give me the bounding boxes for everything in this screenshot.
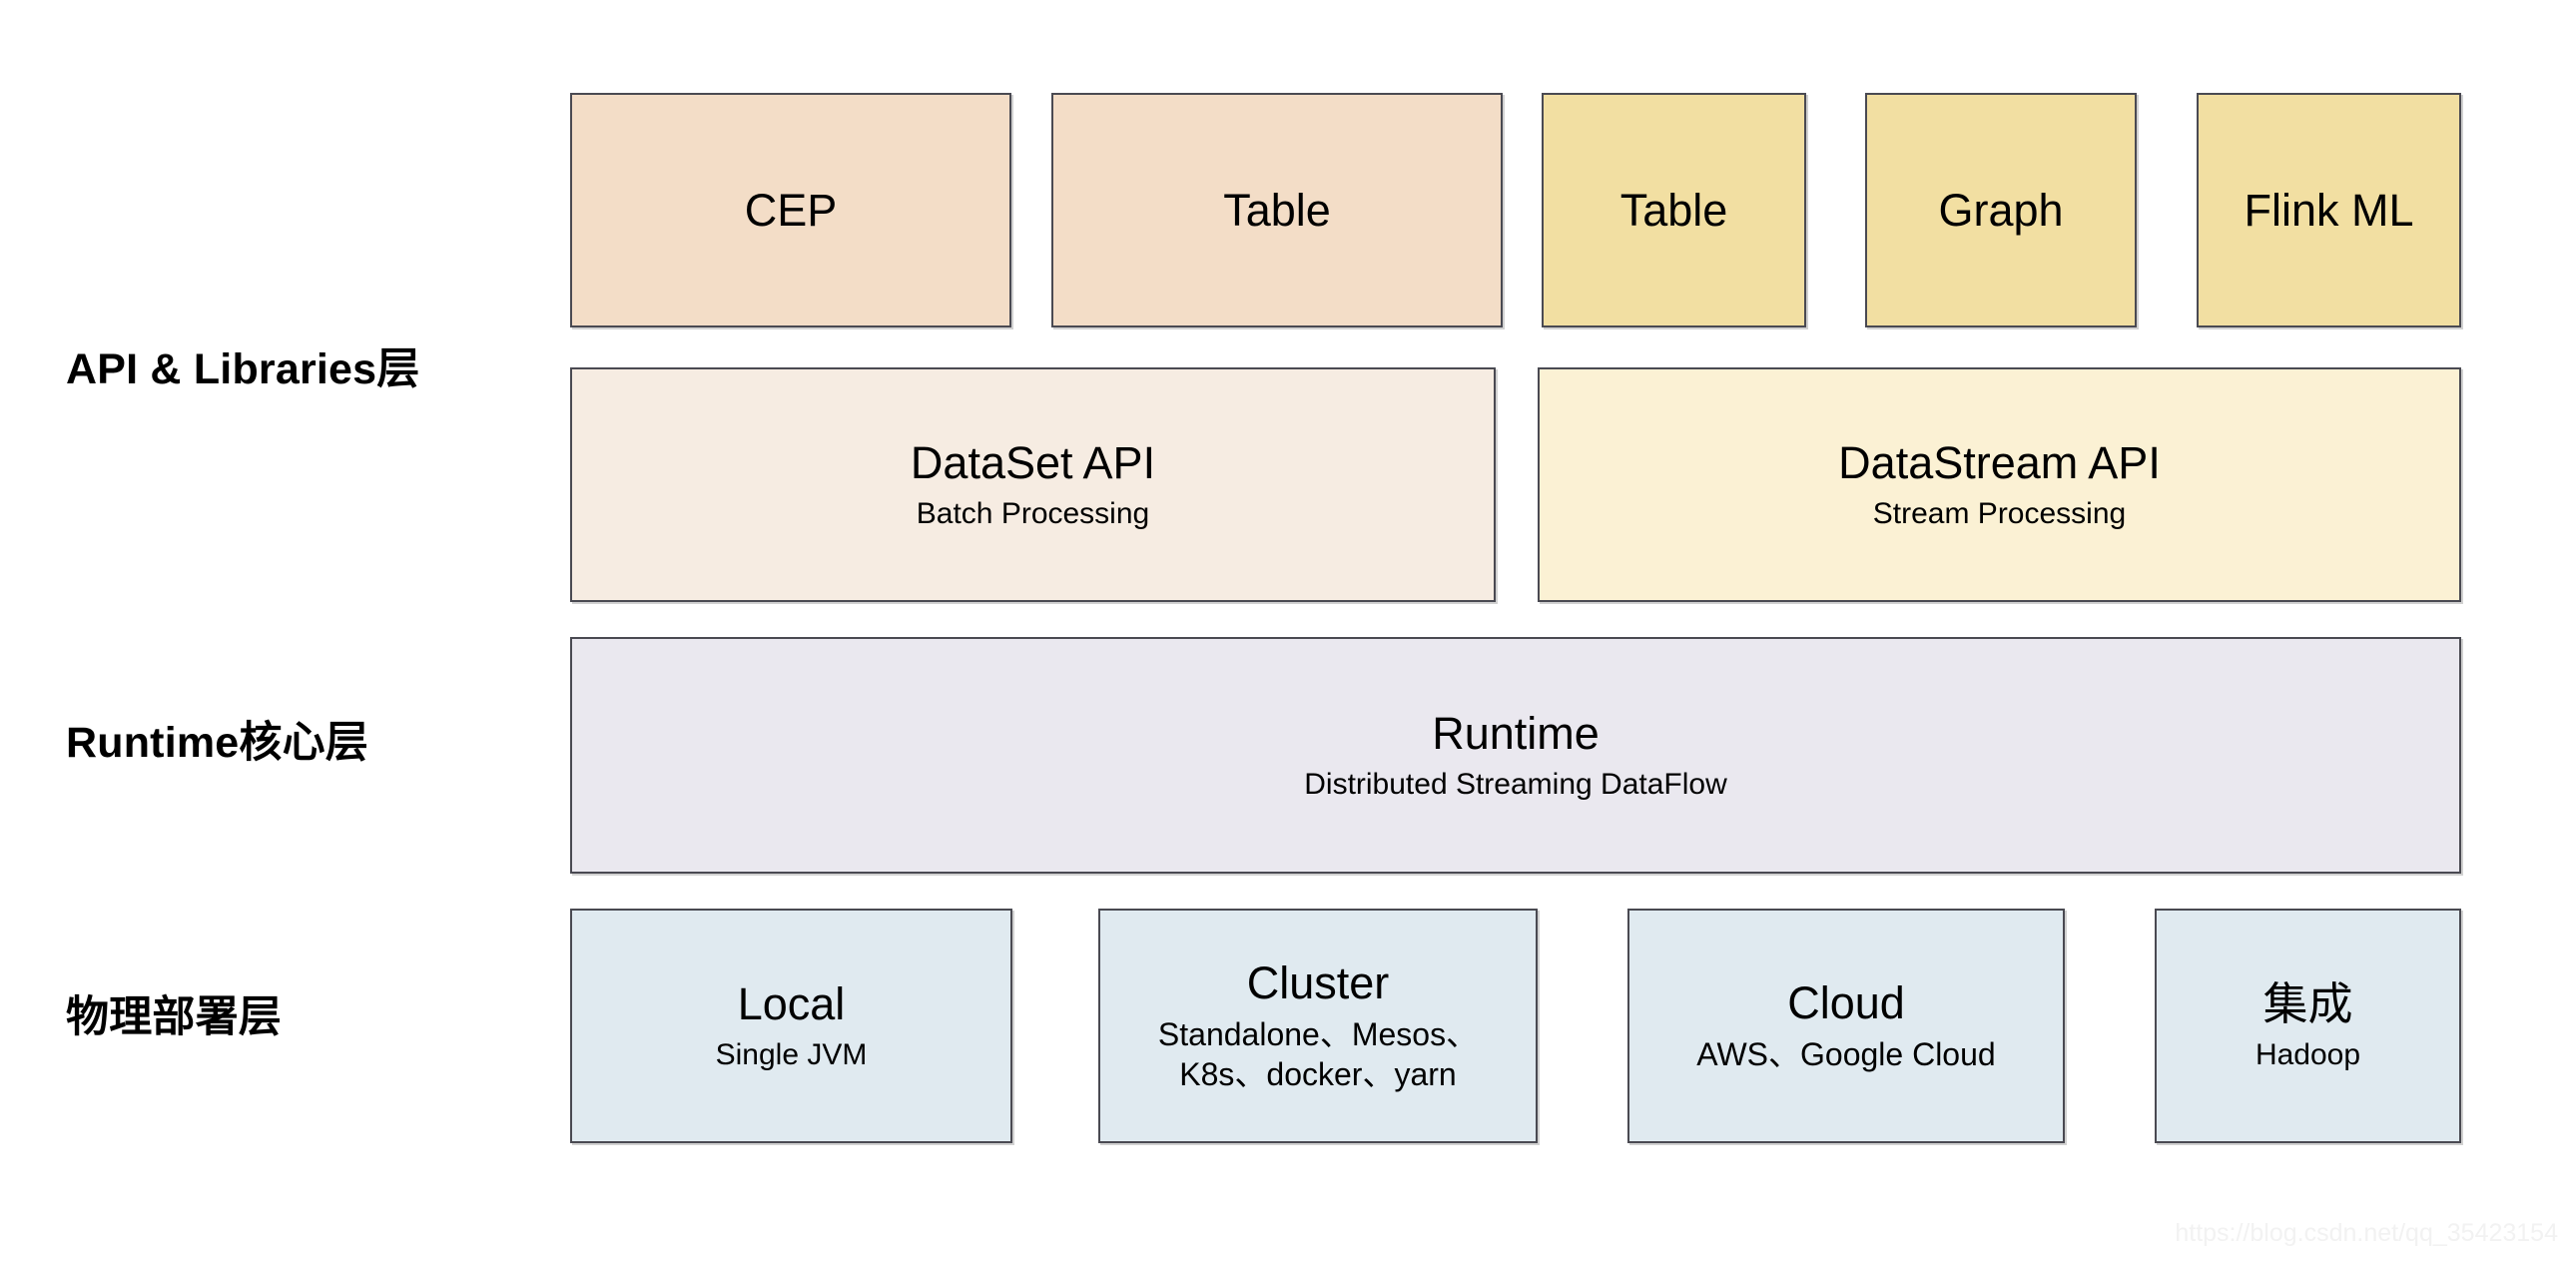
diagram-canvas: API & Libraries层 Runtime核心层 物理部署层 CEP Table T… bbox=[0, 0, 2576, 1262]
box-subtitle-runtime: Distributed Streaming DataFlow bbox=[1304, 766, 1727, 804]
box-subtitle-integration: Hadoop bbox=[2255, 1036, 2360, 1074]
box-cloud: Cloud AWS、Google Cloud bbox=[1627, 909, 2065, 1143]
watermark-text: https://blog.csdn.net/qq_35423154 bbox=[2175, 1219, 2558, 1247]
box-flink-ml: Flink ML bbox=[2197, 93, 2461, 327]
box-runtime: Runtime Distributed Streaming DataFlow bbox=[570, 637, 2461, 874]
box-subtitle-line: Batch Processing bbox=[916, 496, 1150, 530]
box-title-dataset-api: DataSet API bbox=[910, 436, 1156, 488]
box-title-datastream-api: DataStream API bbox=[1838, 436, 2161, 488]
box-subtitle-dataset-api: Batch Processing bbox=[917, 495, 1149, 533]
box-title-cep: CEP bbox=[744, 184, 838, 236]
box-subtitle-cloud: AWS、Google Cloud bbox=[1696, 1034, 1995, 1074]
box-title-graph: Graph bbox=[1938, 184, 2064, 236]
box-local: Local Single JVM bbox=[570, 909, 1012, 1143]
box-title-cloud: Cloud bbox=[1787, 976, 1905, 1028]
box-cluster: Cluster Standalone、Mesos、 K8s、docker、yarn bbox=[1098, 909, 1538, 1143]
box-datastream-api: DataStream API Stream Processing bbox=[1538, 367, 2461, 602]
box-cep: CEP bbox=[570, 93, 1011, 327]
box-title-cluster: Cluster bbox=[1246, 956, 1390, 1008]
box-subtitle-line: Distributed Streaming DataFlow bbox=[1304, 767, 1727, 801]
box-title-flink-ml: Flink ML bbox=[2244, 184, 2414, 236]
box-subtitle-line: K8s、docker、yarn bbox=[1179, 1056, 1457, 1093]
box-subtitle-line: Hadoop bbox=[2254, 1037, 2361, 1071]
box-subtitle-cluster: Standalone、Mesos、 K8s、docker、yarn bbox=[1158, 1014, 1478, 1094]
box-subtitle-line: Standalone、Mesos、 bbox=[1157, 1016, 1479, 1053]
box-title-local: Local bbox=[737, 977, 846, 1029]
box-integration: 集成 Hadoop bbox=[2155, 909, 2461, 1143]
box-subtitle-local: Single JVM bbox=[716, 1036, 868, 1074]
box-graph: Graph bbox=[1865, 93, 2137, 327]
box-subtitle-line: Stream Processing bbox=[1872, 496, 2127, 530]
box-subtitle-line: AWS、Google Cloud bbox=[1696, 1036, 1996, 1073]
box-title-integration: 集成 bbox=[2262, 977, 2353, 1029]
box-title-table-stream: Table bbox=[1619, 184, 1728, 236]
box-subtitle-line: Single JVM bbox=[715, 1037, 868, 1071]
box-table-batch: Table bbox=[1051, 93, 1503, 327]
box-subtitle-datastream-api: Stream Processing bbox=[1873, 495, 2126, 533]
box-title-table-batch: Table bbox=[1223, 184, 1331, 236]
row-label-physical-deploy: 物理部署层 bbox=[66, 993, 282, 1041]
box-dataset-api: DataSet API Batch Processing bbox=[570, 367, 1496, 602]
box-title-runtime: Runtime bbox=[1432, 707, 1600, 759]
box-table-stream: Table bbox=[1542, 93, 1806, 327]
row-label-api-libraries: API & Libraries层 bbox=[66, 345, 420, 393]
row-label-runtime-core: Runtime核心层 bbox=[66, 719, 368, 767]
